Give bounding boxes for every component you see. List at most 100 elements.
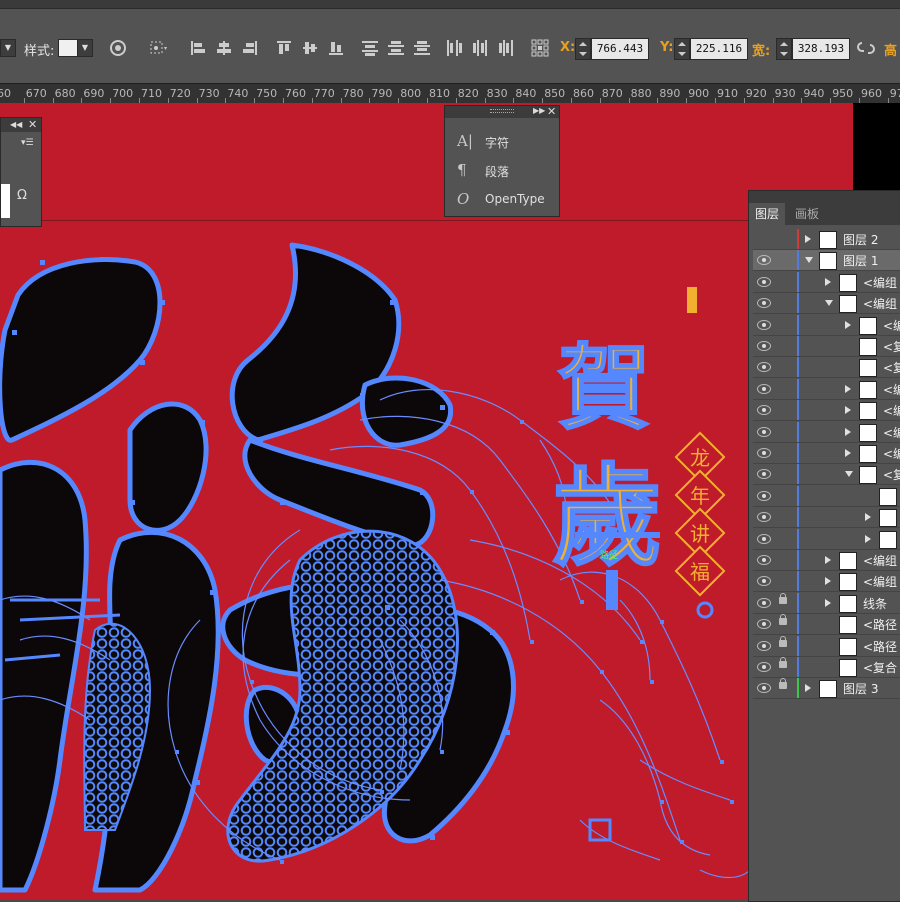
y-field[interactable]: 225.116	[690, 38, 748, 60]
width-field[interactable]: 328.193	[792, 38, 850, 60]
lock-icon[interactable]	[779, 678, 787, 690]
layer-row[interactable]	[753, 507, 900, 529]
layer-row[interactable]: <路径	[753, 635, 900, 657]
align-bottom-icon[interactable]	[326, 38, 346, 58]
width-spinner[interactable]	[776, 38, 792, 60]
y-spinner[interactable]	[674, 38, 690, 60]
layer-row[interactable]: 图层 2	[753, 229, 900, 250]
align-hcenter-icon[interactable]	[214, 38, 234, 58]
collapse-arrow-icon[interactable]	[805, 257, 813, 264]
layer-row[interactable]: <复	[753, 336, 900, 357]
artwork[interactable]: 賀 歲 龙 年 讲 福 路径	[0, 103, 853, 900]
align-vcenter-icon[interactable]	[300, 38, 320, 58]
visibility-eye-icon[interactable]	[757, 448, 771, 458]
visibility-eye-icon[interactable]	[757, 555, 771, 565]
visibility-eye-icon[interactable]	[757, 597, 771, 608]
lock-icon[interactable]	[779, 592, 787, 604]
layer-row[interactable]	[753, 528, 900, 550]
visibility-eye-icon[interactable]	[757, 255, 771, 266]
distribute-hcenter-icon[interactable]	[470, 38, 490, 58]
distribute-top-icon[interactable]	[360, 38, 380, 58]
expand-arrow-icon[interactable]	[845, 320, 851, 329]
expand-arrow-icon[interactable]	[865, 534, 871, 543]
visibility-eye-icon[interactable]	[757, 512, 771, 523]
recolor-icon[interactable]	[108, 38, 128, 58]
align-top-icon[interactable]	[274, 38, 294, 58]
layer-row[interactable]: <编	[753, 400, 900, 422]
close-icon[interactable]: ✕	[547, 105, 556, 118]
expand-arrow-icon[interactable]	[805, 684, 811, 693]
tab-artboards[interactable]: 画板	[789, 203, 825, 225]
layer-row[interactable]: <编组	[753, 571, 900, 593]
layer-row[interactable]: <编	[753, 443, 900, 464]
character-item[interactable]: A| 字符	[455, 130, 555, 154]
distribute-right-icon[interactable]	[496, 38, 516, 58]
visibility-eye-icon[interactable]	[757, 683, 771, 694]
collapse-arrow-icon[interactable]	[845, 471, 853, 478]
align-left-icon[interactable]	[188, 38, 208, 58]
tab-layers[interactable]: 图层	[749, 203, 786, 225]
layer-row[interactable]: <路径	[753, 614, 900, 636]
close-icon[interactable]: ✕	[28, 118, 37, 131]
visibility-eye-icon[interactable]	[757, 662, 771, 672]
layer-row[interactable]: <编组	[753, 550, 900, 571]
lock-icon[interactable]	[779, 657, 787, 668]
visibility-eye-icon[interactable]	[757, 383, 771, 394]
opentype-item[interactable]: O OpenType	[455, 188, 555, 212]
layer-row[interactable]: <编	[753, 378, 900, 400]
x-field[interactable]: 766.443	[591, 38, 649, 60]
distribute-vcenter-icon[interactable]	[386, 38, 406, 58]
visibility-eye-icon[interactable]	[757, 298, 771, 309]
dropdown-arrow-icon[interactable]: ▼	[0, 39, 16, 57]
visibility-eye-icon[interactable]	[757, 319, 771, 330]
visibility-eye-icon[interactable]	[757, 405, 771, 416]
expand-arrow-icon[interactable]	[865, 513, 871, 522]
visibility-eye-icon[interactable]	[757, 426, 771, 437]
layer-row[interactable]: <复	[753, 464, 900, 486]
visibility-eye-icon[interactable]	[757, 576, 771, 587]
swatch-preview[interactable]	[1, 184, 10, 218]
distribute-bottom-icon[interactable]	[412, 38, 432, 58]
visibility-eye-icon[interactable]	[757, 276, 771, 287]
visibility-eye-icon[interactable]	[757, 619, 771, 630]
magnet-icon[interactable]: Ω	[17, 188, 27, 203]
align-right-icon[interactable]	[240, 38, 260, 58]
transform-reference-icon[interactable]	[530, 38, 550, 58]
paragraph-item[interactable]: ¶ 段落	[455, 159, 555, 183]
visibility-eye-icon[interactable]	[757, 362, 771, 373]
layer-row[interactable]: <编组	[753, 293, 900, 315]
expand-arrow-icon[interactable]	[825, 556, 831, 564]
grip-icon[interactable]	[490, 109, 514, 113]
collapse-arrow-icon[interactable]	[825, 300, 833, 307]
layer-row[interactable]: <编组	[753, 271, 900, 293]
panel-menu-icon[interactable]: ▾☰	[21, 138, 34, 148]
visibility-eye-icon[interactable]	[757, 341, 771, 351]
distribute-left-icon[interactable]	[444, 38, 464, 58]
expand-arrow-icon[interactable]	[825, 277, 831, 286]
style-swatch[interactable]	[58, 39, 78, 57]
expand-arrow-icon[interactable]	[845, 384, 851, 393]
expand-arrow-icon[interactable]	[845, 406, 851, 415]
expand-arrow-icon[interactable]	[845, 427, 851, 436]
visibility-eye-icon[interactable]	[757, 490, 771, 501]
layer-row[interactable]: <复合	[753, 657, 900, 678]
collapse-icon[interactable]: ▶▶	[533, 106, 545, 115]
expand-arrow-icon[interactable]	[845, 449, 851, 457]
layer-row[interactable]: <编	[753, 421, 900, 443]
collapse-icon[interactable]: ◀◀	[10, 120, 22, 129]
layer-row[interactable]: 图层 3	[753, 678, 900, 700]
expand-arrow-icon[interactable]	[825, 577, 831, 586]
expand-arrow-icon[interactable]	[805, 235, 811, 243]
layer-row[interactable]	[753, 485, 900, 507]
layer-row[interactable]: <复	[753, 357, 900, 379]
lock-icon[interactable]	[779, 614, 787, 626]
visibility-eye-icon[interactable]	[757, 533, 771, 544]
link-proportions-icon[interactable]	[856, 38, 876, 58]
visibility-eye-icon[interactable]	[757, 469, 771, 480]
layer-row[interactable]: <编	[753, 314, 900, 336]
layer-row[interactable]: 线条	[753, 592, 900, 614]
select-similar-icon[interactable]	[148, 38, 168, 58]
x-spinner[interactable]	[575, 38, 591, 60]
layer-row[interactable]: 图层 1	[753, 250, 900, 272]
visibility-eye-icon[interactable]	[757, 640, 771, 651]
